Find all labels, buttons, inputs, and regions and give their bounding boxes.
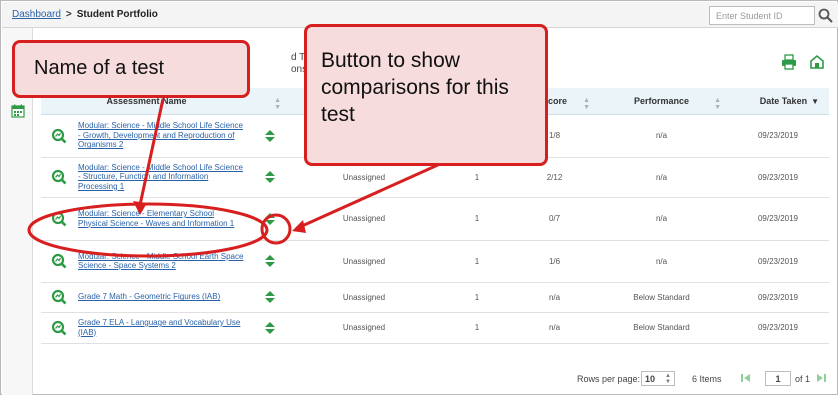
view-results-magnifier-icon[interactable] [51, 320, 67, 336]
assessment-name-cell: Grade 7 Math - Geometric Figures (IAB) [41, 282, 252, 313]
sort-icon: ▲ ▼ [274, 97, 281, 111]
assessment-name-link[interactable]: Grade 7 ELA - Language and Vocabulary Us… [78, 318, 244, 337]
calendar-icon[interactable] [11, 104, 25, 118]
page-title: Student Portfolio [76, 9, 158, 20]
show-comparisons-button-icon[interactable] [264, 170, 276, 184]
date-cell: 09/23/2019 [727, 282, 829, 313]
score-cell: 0/7 [513, 197, 596, 241]
view-results-magnifier-icon[interactable] [51, 211, 67, 227]
compare-cell [252, 240, 287, 283]
table-row: Modular: Science - Elementary School Phy… [41, 197, 829, 241]
performance-cell: n/a [596, 114, 727, 158]
performance-cell: n/a [596, 157, 727, 198]
date-cell: 09/23/2019 [727, 197, 829, 241]
performance-cell: Below Standard [596, 312, 727, 344]
assessment-name-link[interactable]: Grade 7 Math - Geometric Figures (IAB) [78, 292, 244, 302]
assessment-name-cell: Grade 7 ELA - Language and Vocabulary Us… [41, 312, 252, 344]
score-cell: n/a [513, 312, 596, 344]
rows-per-page-label: Rows per page: [577, 374, 641, 384]
view-results-magnifier-icon[interactable] [51, 289, 67, 305]
assessment-name-link[interactable]: Modular: Science - Middle School Life Sc… [78, 121, 244, 150]
stepper-icon: ▲ ▼ [665, 373, 671, 385]
last-page-icon[interactable] [816, 373, 826, 383]
sort-icon: ▲ ▼ [714, 97, 721, 111]
view-results-magnifier-icon[interactable] [51, 169, 67, 185]
compare-cell [252, 282, 287, 313]
assessment-name-cell: Modular: Science - Elementary School Phy… [41, 197, 252, 241]
first-page-icon[interactable] [741, 373, 751, 383]
breadcrumb-dashboard-link[interactable]: Dashboard [12, 9, 61, 20]
page-total: of 1 [795, 374, 811, 384]
item-count: 6 Items [692, 374, 722, 384]
assessment-name-link[interactable]: Modular: Science - Elementary School Phy… [78, 209, 244, 228]
search-icon[interactable] [817, 7, 835, 24]
show-comparisons-button-icon[interactable] [264, 321, 276, 335]
compare-cell [252, 197, 287, 241]
status-cell: Unassigned [287, 197, 441, 241]
student-id-search-input[interactable] [709, 6, 815, 25]
compare-cell [252, 157, 287, 198]
view-results-magnifier-icon[interactable] [51, 253, 67, 269]
date-cell: 09/23/2019 [727, 312, 829, 344]
date-cell: 09/23/2019 [727, 114, 829, 158]
print-icon[interactable] [780, 53, 798, 71]
status-cell: Unassigned [287, 282, 441, 313]
pagination-bar: Rows per page: 10 ▲ ▼ 6 Items 1 of 1 [41, 369, 829, 391]
view-results-magnifier-icon[interactable] [51, 128, 67, 144]
attempts-cell: 1 [441, 240, 513, 283]
status-cell: Unassigned [287, 240, 441, 283]
callout-compare-button: Button to show comparisons for this test [304, 24, 548, 166]
breadcrumb: Dashboard > Student Portfolio [12, 9, 158, 20]
assessment-name-link[interactable]: Modular: Science - Middle School Earth S… [78, 252, 244, 271]
sort-icon: ▲ ▼ [583, 97, 590, 111]
compare-cell [252, 312, 287, 344]
rows-per-page-select[interactable]: 10 ▲ ▼ [641, 371, 675, 386]
breadcrumb-separator: > [65, 9, 72, 20]
show-comparisons-button-icon[interactable] [264, 129, 276, 143]
table-row: Grade 7 ELA - Language and Vocabulary Us… [41, 312, 829, 344]
show-comparisons-button-icon[interactable] [264, 212, 276, 226]
sort-descending-icon: ▼ [811, 96, 819, 106]
table-row: Grade 7 Math - Geometric Figures (IAB) U… [41, 282, 829, 313]
rows-per-page-value: 10 [645, 374, 656, 384]
attempts-cell: 1 [441, 282, 513, 313]
performance-cell: n/a [596, 197, 727, 241]
date-cell: 09/23/2019 [727, 157, 829, 198]
score-cell: 1/6 [513, 240, 596, 283]
performance-cell: Below Standard [596, 282, 727, 313]
table-row: Modular: Science - Middle School Earth S… [41, 240, 829, 283]
assessment-name-cell: Modular: Science - Middle School Life Sc… [41, 157, 252, 198]
column-header-label: Performance [633, 95, 690, 106]
performance-cell: n/a [596, 240, 727, 283]
status-cell: Unassigned [287, 312, 441, 344]
assessment-name-link[interactable]: Modular: Science - Middle School Life Sc… [78, 163, 244, 192]
column-header-date-taken[interactable]: Date Taken ▼ [727, 88, 829, 115]
date-cell: 09/23/2019 [727, 240, 829, 283]
column-header-compare[interactable]: ▲ ▼ [252, 88, 287, 115]
callout-test-name: Name of a test [12, 40, 250, 98]
show-comparisons-button-icon[interactable] [264, 254, 276, 268]
score-cell: n/a [513, 282, 596, 313]
page-number-input[interactable]: 1 [765, 371, 791, 386]
attempts-cell: 1 [441, 197, 513, 241]
show-comparisons-button-icon[interactable] [264, 290, 276, 304]
assessment-name-cell: Modular: Science - Middle School Life Sc… [41, 114, 252, 158]
share-icon[interactable] [808, 53, 826, 71]
column-header-performance[interactable]: Performance ▲ ▼ [596, 88, 727, 115]
attempts-cell: 1 [441, 312, 513, 344]
assessment-name-cell: Modular: Science - Middle School Earth S… [41, 240, 252, 283]
column-header-label: Date Taken [759, 95, 808, 106]
compare-cell [252, 114, 287, 158]
